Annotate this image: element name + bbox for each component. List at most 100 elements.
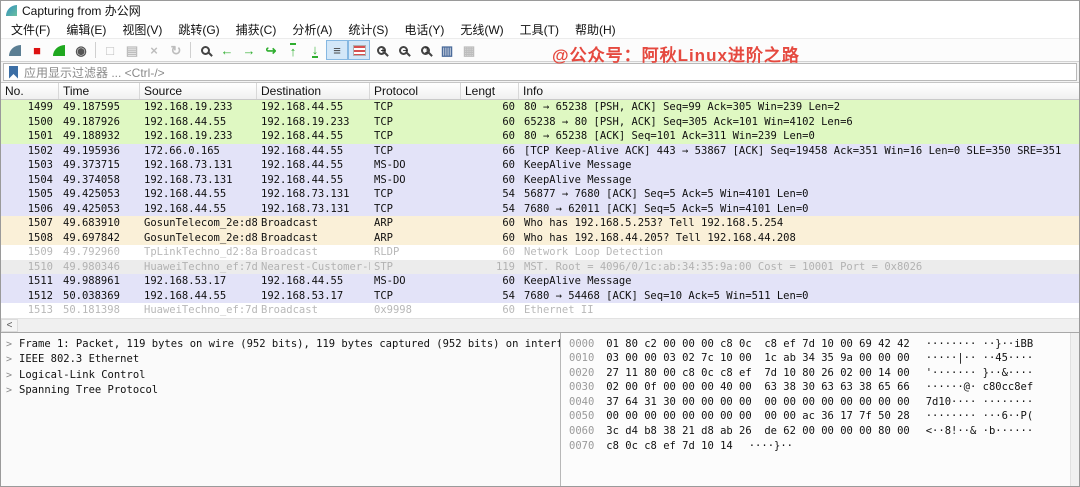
save-file-icon[interactable]: ▤: [121, 40, 143, 60]
hex-ascii: ······@· c80cc8ef: [926, 381, 1033, 393]
menu-item-4[interactable]: 捕获(C): [228, 20, 285, 39]
hex-row[interactable]: 002027 11 80 00 c8 0c c8 ef 7d 10 80 26 …: [561, 366, 1070, 381]
start-capture-icon[interactable]: [4, 40, 26, 60]
hex-row[interactable]: 0070c8 0c c8 ef 7d 10 14····}··: [561, 439, 1070, 454]
cell-no: 1507: [1, 216, 59, 231]
zoom-100-icon[interactable]: 1: [414, 40, 436, 60]
cell-destination: Broadcast: [257, 303, 370, 318]
menu-item-10[interactable]: 帮助(H): [567, 20, 624, 39]
packet-row[interactable]: 150049.187926192.168.44.55192.168.19.233…: [1, 115, 1079, 130]
cell-info: 65238 → 80 [PSH, ACK] Seq=305 Ack=101 Wi…: [519, 115, 1079, 130]
cell-source: 192.168.19.233: [140, 100, 257, 115]
expander-icon[interactable]: >: [6, 354, 12, 365]
hex-ascii: <··8!··& ·b······: [926, 425, 1033, 437]
column-header-source[interactable]: Source: [140, 83, 257, 99]
detail-tree-item[interactable]: >IEEE 802.3 Ethernet: [1, 352, 560, 368]
expander-icon[interactable]: >: [6, 370, 12, 381]
cell-protocol: TCP: [370, 100, 461, 115]
packet-row[interactable]: 150249.195936172.66.0.165192.168.44.55TC…: [1, 144, 1079, 159]
horizontal-scrollbar[interactable]: <: [1, 318, 1079, 332]
column-header-time[interactable]: Time: [59, 83, 140, 99]
packet-row[interactable]: 150849.697842GosunTelecom_2e:d8:…Broadca…: [1, 231, 1079, 246]
zoom-out-icon[interactable]: −: [392, 40, 414, 60]
colorize-icon[interactable]: [348, 40, 370, 60]
hex-offset: 0060: [561, 425, 594, 437]
go-to-packet-icon[interactable]: ↪: [260, 40, 282, 60]
column-table-icon[interactable]: ▦: [458, 40, 480, 60]
colorize-icon: [353, 45, 366, 56]
bookmark-icon[interactable]: [9, 66, 18, 79]
hex-ascii: ·····|·· ··45····: [926, 352, 1033, 364]
auto-scroll-icon[interactable]: ≡: [326, 40, 348, 60]
packet-row[interactable]: 150549.425053192.168.44.55192.168.73.131…: [1, 187, 1079, 202]
detail-tree-item[interactable]: >Frame 1: Packet, 119 bytes on wire (952…: [1, 337, 560, 353]
hex-row[interactable]: 003002 00 0f 00 00 00 40 00 63 38 30 63 …: [561, 380, 1070, 395]
cell-protocol: ARP: [370, 216, 461, 231]
packet-row[interactable]: 149949.187595192.168.19.233192.168.44.55…: [1, 100, 1079, 115]
capture-options-icon: ◉: [75, 44, 86, 57]
detail-tree-item[interactable]: > Logical-Link Control: [1, 368, 560, 384]
vertical-scrollbar[interactable]: [1070, 333, 1079, 487]
find-packet-icon[interactable]: [194, 40, 216, 60]
column-header-protocol[interactable]: Protocol: [370, 83, 461, 99]
menu-item-7[interactable]: 电话(Y): [396, 20, 452, 39]
menu-item-1[interactable]: 编辑(E): [58, 20, 114, 39]
column-header-lengt[interactable]: Lengt: [461, 83, 519, 99]
zoom-100-icon: 1: [421, 46, 430, 55]
reload-icon[interactable]: ↻: [165, 40, 187, 60]
hex-row[interactable]: 004037 64 31 30 00 00 00 00 00 00 00 00 …: [561, 395, 1070, 410]
packet-row[interactable]: 151149.988961192.168.53.17192.168.44.55M…: [1, 274, 1079, 289]
close-file-icon[interactable]: ×: [143, 40, 165, 60]
hex-row[interactable]: 00603c d4 b8 38 21 d8 ab 26 de 62 00 00 …: [561, 424, 1070, 439]
display-filter-input[interactable]: 应用显示过滤器 ... <Ctrl-/>: [3, 63, 1077, 81]
packet-row[interactable]: 150949.792960TpLinkTechno_d2:8a:…Broadca…: [1, 245, 1079, 260]
cell-length: 54: [461, 202, 519, 217]
packet-row[interactable]: 150349.373715192.168.73.131192.168.44.55…: [1, 158, 1079, 173]
resize-columns-icon[interactable]: ▥: [436, 40, 458, 60]
packet-row[interactable]: 151250.038369192.168.44.55192.168.53.17T…: [1, 289, 1079, 304]
scroll-left-arrow-icon[interactable]: <: [1, 319, 18, 332]
hex-offset: 0070: [561, 440, 594, 452]
detail-text: Logical-Link Control: [19, 369, 145, 381]
capture-options-icon[interactable]: ◉: [70, 40, 92, 60]
menu-item-9[interactable]: 工具(T): [512, 20, 567, 39]
cell-no: 1500: [1, 115, 59, 130]
cell-time: 49.980346: [59, 260, 140, 275]
packet-row[interactable]: 150149.188932192.168.19.233192.168.44.55…: [1, 129, 1079, 144]
go-last-packet-icon[interactable]: ↓: [304, 40, 326, 60]
expander-icon[interactable]: >: [6, 339, 12, 350]
hex-row[interactable]: 001003 00 00 03 02 7c 10 00 1c ab 34 35 …: [561, 351, 1070, 366]
go-back-icon[interactable]: ←: [216, 40, 238, 60]
go-first-packet-icon: ↑: [290, 43, 297, 58]
column-header-no[interactable]: No.: [1, 83, 59, 99]
hex-row[interactable]: 000001 80 c2 00 00 00 c8 0c c8 ef 7d 10 …: [561, 337, 1070, 352]
cell-destination: Broadcast: [257, 216, 370, 231]
packet-row[interactable]: 150449.374058192.168.73.131192.168.44.55…: [1, 173, 1079, 188]
detail-tree-item[interactable]: >Spanning Tree Protocol: [1, 383, 560, 399]
go-forward-icon[interactable]: →: [238, 40, 260, 60]
menu-item-0[interactable]: 文件(F): [3, 20, 58, 39]
column-header-destination[interactable]: Destination: [257, 83, 370, 99]
packet-row[interactable]: 150749.683910GosunTelecom_2e:d8:…Broadca…: [1, 216, 1079, 231]
packet-row[interactable]: 151350.181398HuaweiTechno_ef:7d:…Broadca…: [1, 303, 1079, 318]
packet-row[interactable]: 151049.980346HuaweiTechno_ef:7d:…Nearest…: [1, 260, 1079, 275]
scrollbar-track[interactable]: [18, 319, 1079, 332]
packet-row[interactable]: 150649.425053192.168.44.55192.168.73.131…: [1, 202, 1079, 217]
go-first-packet-icon[interactable]: ↑: [282, 40, 304, 60]
cell-source: 192.168.44.55: [140, 289, 257, 304]
cell-time: 49.374058: [59, 173, 140, 188]
hex-offset: 0020: [561, 367, 594, 379]
menu-item-3[interactable]: 跳转(G): [170, 20, 227, 39]
column-header-info[interactable]: Info: [519, 83, 1079, 99]
stop-capture-icon[interactable]: ■: [26, 40, 48, 60]
restart-capture-icon[interactable]: [48, 40, 70, 60]
menu-item-5[interactable]: 分析(A): [284, 20, 340, 39]
zoom-in-icon[interactable]: +: [370, 40, 392, 60]
cell-destination: 192.168.44.55: [257, 173, 370, 188]
menu-item-6[interactable]: 统计(S): [340, 20, 396, 39]
expander-icon[interactable]: >: [6, 385, 12, 396]
open-file-icon[interactable]: □: [99, 40, 121, 60]
menu-item-2[interactable]: 视图(V): [114, 20, 170, 39]
menu-item-8[interactable]: 无线(W): [452, 20, 511, 39]
hex-row[interactable]: 005000 00 00 00 00 00 00 00 00 00 ac 36 …: [561, 409, 1070, 424]
